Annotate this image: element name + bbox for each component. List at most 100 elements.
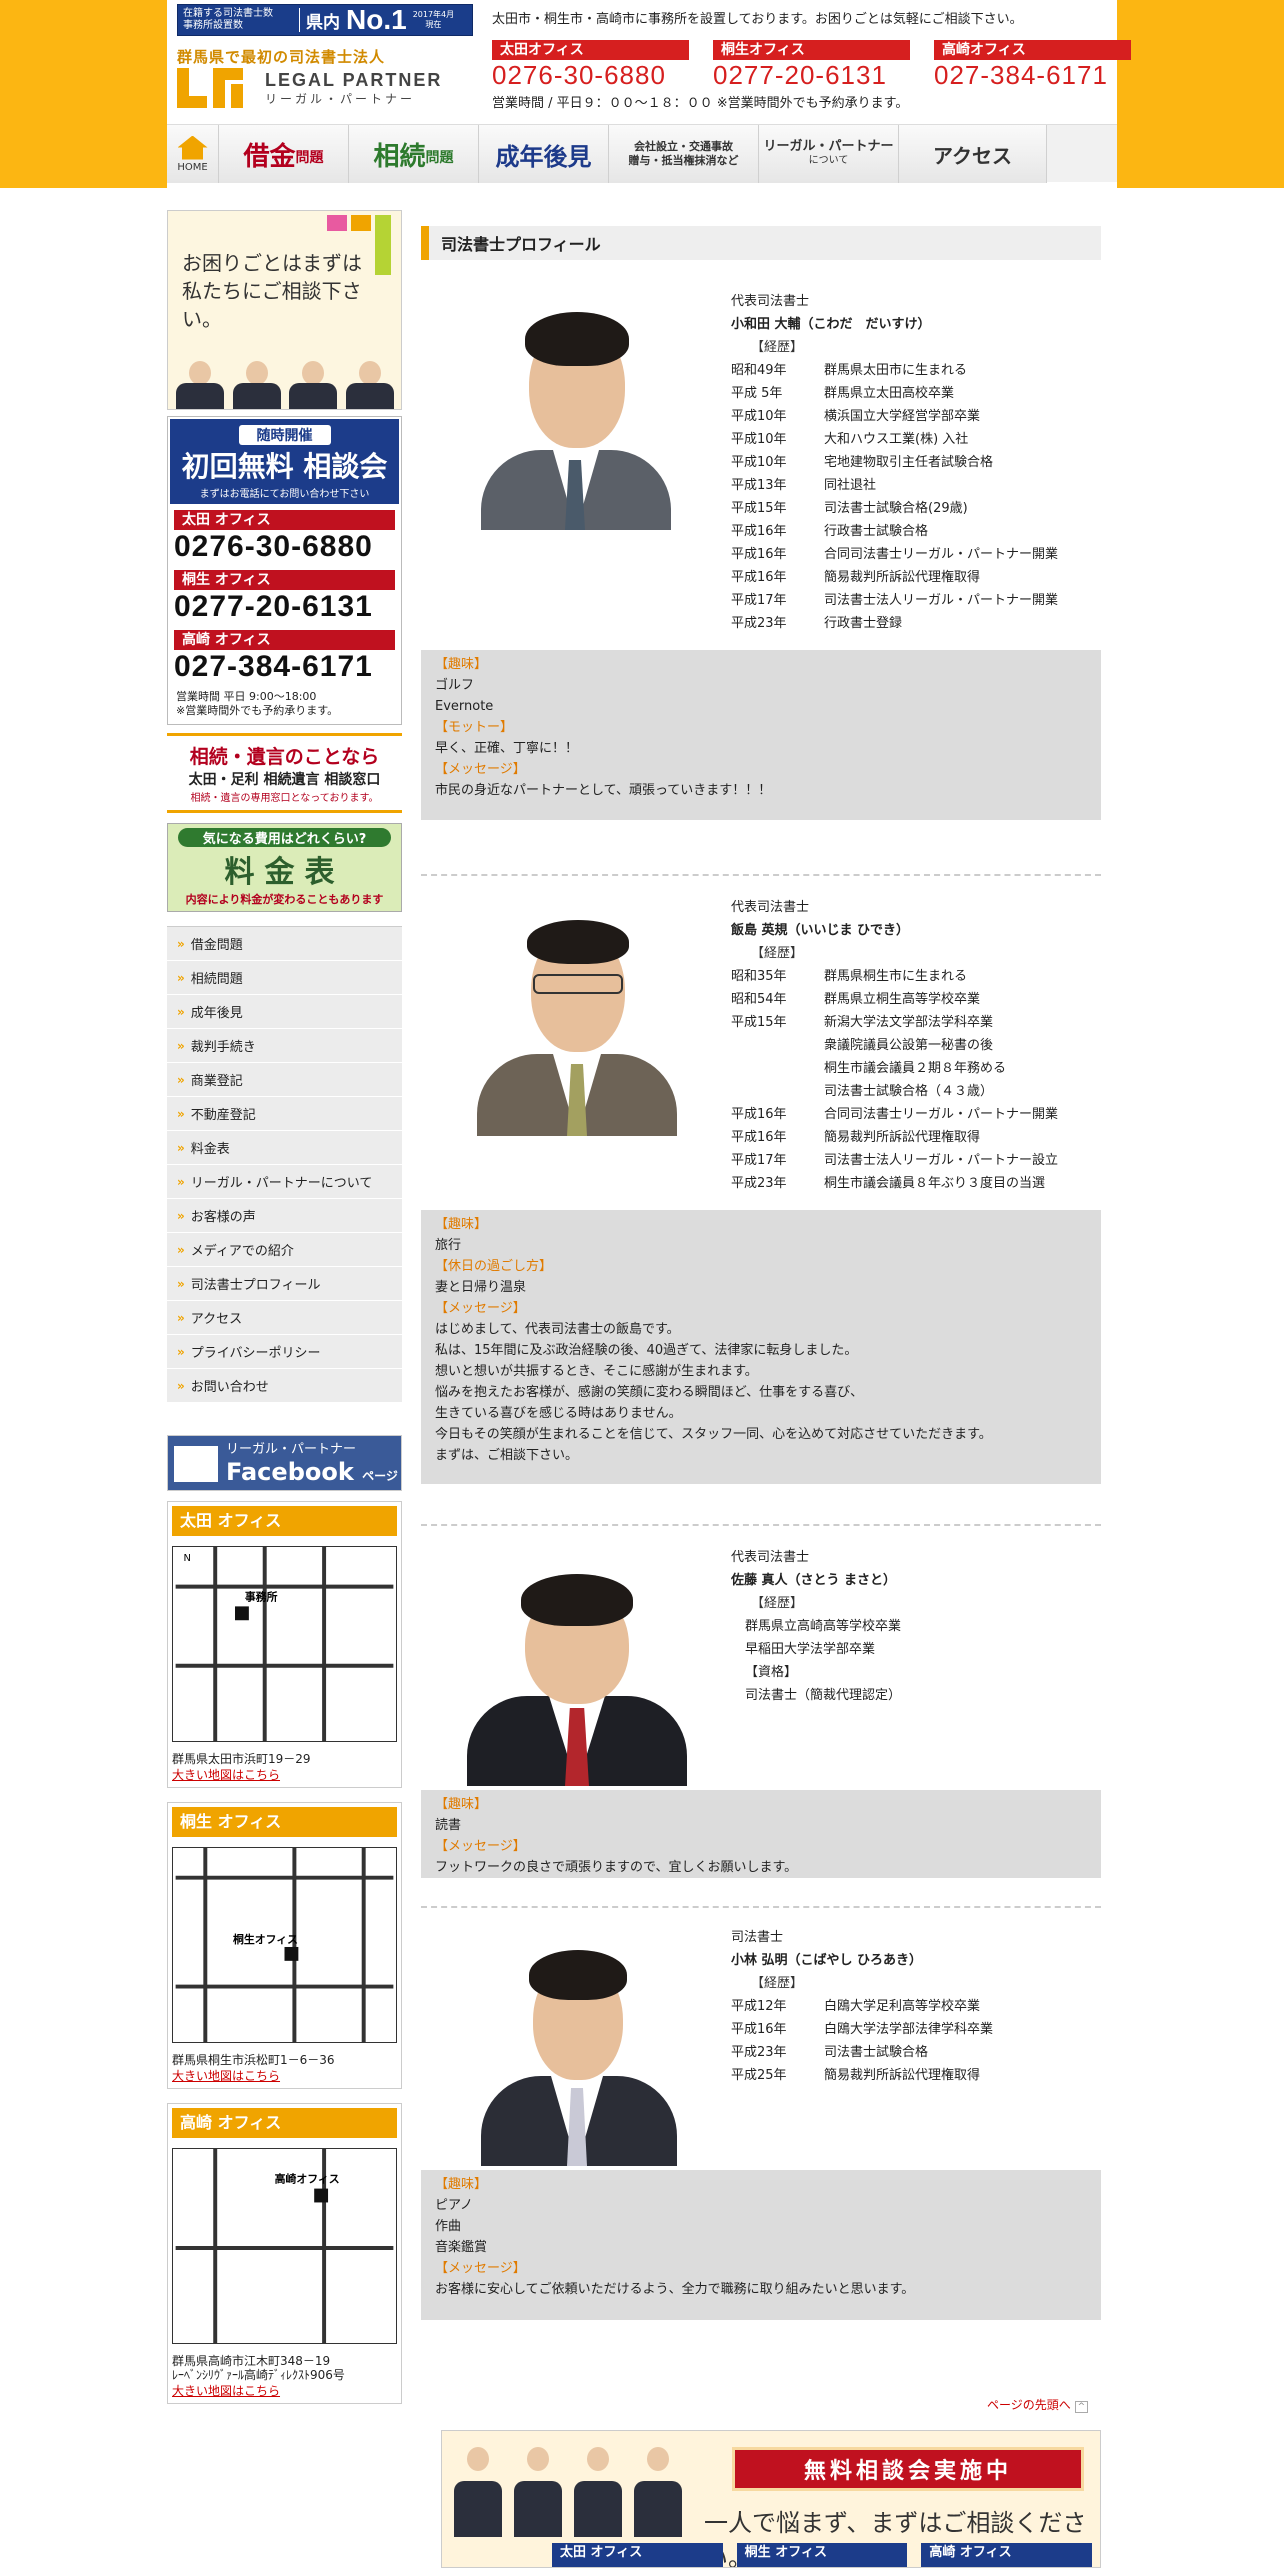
chevron-right-icon: » [177,970,185,985]
history-row: 平成16年 簡易裁判所訴訟代理権取得 [731,566,1058,589]
page-top-label: ページの先頭へ [987,2398,1071,2412]
chevron-right-icon: » [177,1004,185,1019]
fee-banner[interactable]: 気になる費用はどれくらい? 料金表 内容により料金が変わることもあります [167,823,402,912]
nav-about[interactable]: リーガル・パートナー について [759,125,899,183]
side-menu-item[interactable]: » 相続問題 [167,961,402,995]
history-row: 平成10年 横浜国立大学経営学部卒業 [731,405,1058,428]
history-table: 昭和49年 群馬県太田市に生まれる 平成 5年 群馬県立太田高校卒業 平成10年 横浜国立… [731,359,1058,635]
nav-inherit[interactable]: 相続 問題 [349,125,479,183]
profile-kobayashi: 司法書士 小林 弘明（こばやし ひろあき） 【経歴】 平成12年 白鴎大学足利高等… [421,1926,1101,2356]
extra-text: ゴルフ [435,678,475,693]
map-address: 群馬県桐生市浜松町1－6－36 [172,2053,335,2067]
side-menu-label: 借金問題 [190,938,243,953]
history-event: 簡易裁判所訴訟代理権取得 [824,1130,981,1145]
side-menu-item[interactable]: » リーガル・パートナーについて [167,1165,402,1199]
map-image[interactable]: 事務所 N [172,1546,397,1742]
tagline: 群馬県で最初の司法書士法人 [177,48,386,66]
side-menu-label: 司法書士プロフィール [190,1278,321,1293]
history-event: 群馬県立桐生高等学校卒業 [824,992,981,1007]
history-table: 平成12年 白鴎大学足利高等学校卒業 平成16年 白鴎大学法学部法律学科卒業 平成23年… [731,1995,993,2087]
map-link[interactable]: 大きい地図はこちら [172,1768,280,1782]
history-row: 【資格】 [731,1661,901,1684]
history-row: 昭和35年 群馬県桐生市に生まれる [731,965,1058,988]
side-menu-item[interactable]: » 成年後見 [167,995,402,1029]
side-office-kiryu[interactable]: 桐生 オフィス 0277-20-6131 [174,570,395,624]
side-menu-item[interactable]: » 不動産登記 [167,1097,402,1131]
nav-access[interactable]: アクセス [899,125,1047,183]
banner-office[interactable]: 太田 オフィス [552,2543,723,2567]
side-office-ota[interactable]: 太田 オフィス 0276-30-6880 [174,510,395,564]
map-link[interactable]: 大きい地図はこちら [172,2384,280,2398]
side-menu-item[interactable]: » 商業登記 [167,1063,402,1097]
side-office-takasaki[interactable]: 高崎 オフィス 027-384-6171 [174,630,395,684]
office-tel[interactable]: 027-384-6171 [934,60,1131,90]
svg-text:高崎オフィス: 高崎オフィス [275,2172,340,2186]
extra-text: まずは、ご相談下さい。 [435,1448,579,1463]
history-year: 平成 5年 [731,386,783,401]
map-takasaki: 高崎 オフィス 高崎オフィス 群馬県高崎市江木町348－19 ﾚｰﾍﾞﾝｼﾘｳﾞ… [167,2103,402,2404]
history-event: 新潟大学法文学部法学科卒業 [824,1015,994,1030]
divider [421,1906,1101,1908]
history-year: 平成16年 [731,1130,787,1145]
extra-heading: 【メッセージ】 [435,2261,526,2276]
extra-text: Evernote [435,699,494,714]
side-menu-item[interactable]: » 裁判手続き [167,1029,402,1063]
side-menu-item[interactable]: » プライバシーポリシー [167,1335,402,1369]
extra-heading: 【モットー】 [435,720,514,735]
side-menu-item[interactable]: » メディアでの紹介 [167,1233,402,1267]
history-event: 群馬県桐生市に生まれる [824,969,968,984]
history-row: 平成16年 簡易裁判所訴訟代理権取得 [731,1126,1058,1149]
nav-debt[interactable]: 借金 問題 [219,125,349,183]
office-takasaki[interactable]: 高崎オフィス 027-384-6171 [934,40,1131,90]
nav-home[interactable]: HOME [167,125,219,183]
office-kiryu[interactable]: 桐生オフィス 0277-20-6131 [713,40,910,90]
banner-office[interactable]: 桐生 オフィス [736,2543,908,2567]
map-image[interactable]: 高崎オフィス [172,2148,397,2344]
extra-heading: 【メッセージ】 [435,1839,526,1854]
free-consult-box[interactable]: 随時開催 初回無料 相談会 まずはお電話にてお問い合わせ下さい 太田 オフィス … [167,416,402,725]
extra-heading: 【趣味】 [435,1217,488,1232]
chevron-right-icon: » [177,1276,185,1291]
extra-text: 私は、15年間に及ぶ政治経験の後、40過ぎて、法律家に転身しました。 [435,1343,858,1358]
banner-office[interactable]: 高崎 オフィス [921,2543,1093,2567]
fee-note: 内容により料金が変わることもあります [185,893,384,906]
profile-info: 代表司法書士 佐藤 真人（さとう まさと） 【経歴】 群馬県立高崎高等学校卒業早… [731,1546,901,1707]
history-year: 平成17年 [731,1153,787,1168]
header-offices: 太田オフィス 0276-30-6880 桐生オフィス 0277-20-6131 … [492,40,1131,90]
history-year: 平成10年 [731,455,787,470]
history-year: 平成25年 [731,2068,787,2083]
side-menu-item[interactable]: » お客様の声 [167,1199,402,1233]
history-year [731,1615,745,1638]
site-logo[interactable]: LEGAL PARTNER リーガル・パートナー [177,68,442,108]
office-tel[interactable]: 0277-20-6131 [713,60,910,90]
facebook-banner[interactable]: リーガル・パートナー Facebook ページ [167,1435,402,1491]
side-menu-item[interactable]: » 借金問題 [167,927,402,961]
history-year: 平成12年 [731,1999,787,2014]
side-menu-item[interactable]: » アクセス [167,1301,402,1335]
nav-debt-label: 借金 [243,141,296,172]
office-ota[interactable]: 太田オフィス 0276-30-6880 [492,40,689,90]
extra-text: 悩みを抱えたお客様が、感謝の笑顔に変わる瞬間ほど、仕事をする喜び、 [435,1385,864,1400]
side-office-tel[interactable]: 0277-20-6131 [174,590,395,624]
history-row: 平成16年 行政書士試験合格 [731,520,1058,543]
consult-banner[interactable]: お困りごとはまずは 私たちにご相談下さい。 [167,210,402,410]
extra-heading: 【趣味】 [435,657,488,672]
office-tel[interactable]: 0276-30-6880 [492,60,689,90]
chevron-up-icon: ^ [1074,2401,1089,2413]
nav-corp[interactable]: 会社設立・交通事故 贈与・抵当権抹消など [609,125,759,183]
side-office-tel[interactable]: 027-384-6171 [174,650,395,684]
profile-info: 代表司法書士 小和田 大輔（こわだ だいすけ） 【経歴】 昭和49年 群馬県太田市… [731,290,1058,635]
map-link[interactable]: 大きい地図はこちら [172,2069,280,2083]
souzoku-banner[interactable]: 相続・遺言のことなら 太田・足利 相続遺言 相談窓口 相続・遺言の専用窓口となっ… [167,733,402,813]
nav-inherit-label: 相続 [373,141,426,172]
side-menu-item[interactable]: » 司法書士プロフィール [167,1267,402,1301]
map-image[interactable]: 桐生オフィス [172,1847,397,2043]
map-title: 太田 オフィス [172,1506,397,1536]
nav-guardian[interactable]: 成年後見 [479,125,609,183]
global-nav: HOME 借金 問題 相続 問題 成年後見 会社設立・交通事故 贈与・抵当権抹消など… [167,124,1117,183]
side-menu-item[interactable]: » お問い合わせ [167,1369,402,1403]
footer-banner[interactable]: 無料相談会実施中 一人で悩まず、まずはご相談ください。 太田 オフィス 桐生 オ… [441,2430,1101,2568]
side-office-tel[interactable]: 0276-30-6880 [174,530,395,564]
page-top-link[interactable]: ページの先頭へ ^ [987,2396,1089,2413]
side-menu-item[interactable]: » 料金表 [167,1131,402,1165]
